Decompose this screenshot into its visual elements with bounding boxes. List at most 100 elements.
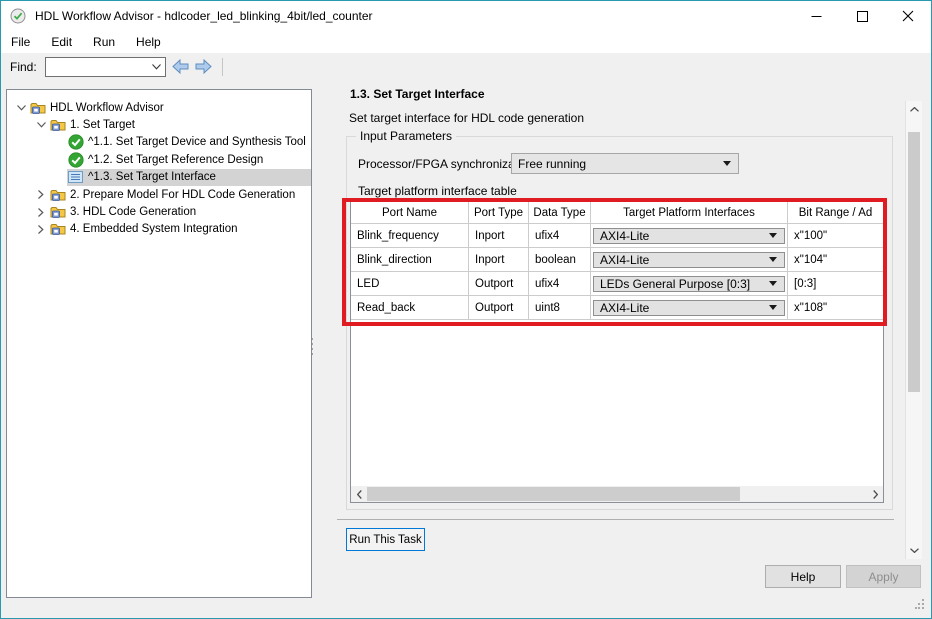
data-type-cell: ufix4 xyxy=(529,272,591,295)
workflow-folder-icon xyxy=(49,118,66,132)
tree-item-label: ^1.1. Set Target Device and Synthesis To… xyxy=(88,136,306,148)
col-header-port-type: Port Type xyxy=(469,202,529,223)
chevron-right-icon[interactable] xyxy=(33,208,49,217)
dropdown-arrow-icon xyxy=(769,305,777,310)
group-label: Input Parameters xyxy=(356,129,456,143)
panel-splitter-handle[interactable] xyxy=(310,337,315,359)
tree-item-hdl-code-generation[interactable]: 3. HDL Code Generation xyxy=(7,203,311,220)
col-header-port-name: Port Name xyxy=(351,202,469,223)
interface-dropdown[interactable]: LEDs General Purpose [0:3] xyxy=(593,276,785,292)
hdl-workflow-advisor-window: HDL Workflow Advisor - hdlcoder_led_blin… xyxy=(0,0,932,619)
data-type-cell: ufix4 xyxy=(529,224,591,247)
table-row: LED Outport ufix4 LEDs General Purpose [… xyxy=(351,272,883,296)
bit-range-cell[interactable]: x"100" xyxy=(788,224,883,247)
window-controls xyxy=(793,1,931,31)
dropdown-arrow-icon xyxy=(769,233,777,238)
menu-run[interactable]: Run xyxy=(85,32,123,52)
interface-dropdown-value: AXI4-Lite xyxy=(594,229,769,243)
tree-item-label: ^1.3. Set Target Interface xyxy=(88,171,216,183)
minimize-icon xyxy=(811,11,822,22)
scroll-up-button[interactable] xyxy=(906,101,922,118)
tree-item-embedded-system-integration[interactable]: 4. Embedded System Integration xyxy=(7,221,311,238)
table-row: Blink_frequency Inport ufix4 AXI4-Lite x… xyxy=(351,224,883,248)
close-icon xyxy=(902,10,914,22)
minimize-button[interactable] xyxy=(793,1,839,31)
dropdown-arrow-icon xyxy=(769,257,777,262)
apply-button: Apply xyxy=(846,565,921,588)
sync-dropdown[interactable]: Free running xyxy=(511,153,739,174)
interface-dropdown[interactable]: AXI4-Lite xyxy=(593,300,785,316)
tree-item-set-target-device[interactable]: ^1.1. Set Target Device and Synthesis To… xyxy=(7,134,311,151)
maximize-icon xyxy=(857,11,868,22)
interface-table-caption: Target platform interface table xyxy=(358,184,517,198)
col-header-bit-range: Bit Range / Ad xyxy=(788,202,883,223)
scrollbar-thumb[interactable] xyxy=(367,487,740,501)
workflow-folder-icon xyxy=(49,188,66,202)
dropdown-arrow-icon xyxy=(769,281,777,286)
find-input[interactable] xyxy=(46,59,149,75)
tree-item-hdl-workflow-advisor[interactable]: HDL Workflow Advisor xyxy=(7,99,311,116)
table-row: Read_back Outport uint8 AXI4-Lite x"108" xyxy=(351,296,883,320)
port-type-cell: Inport xyxy=(469,224,529,247)
chevron-right-icon[interactable] xyxy=(33,190,49,199)
help-button[interactable]: Help xyxy=(765,565,841,588)
interface-table-frame: Port Name Port Type Data Type Target Pla… xyxy=(350,201,884,503)
workflow-folder-icon xyxy=(29,101,46,115)
tree-item-set-target[interactable]: 1. Set Target xyxy=(7,116,311,133)
sync-dropdown-value: Free running xyxy=(512,157,723,171)
close-button[interactable] xyxy=(885,1,931,31)
resize-grip-icon[interactable] xyxy=(915,596,925,614)
chevron-down-icon[interactable] xyxy=(13,105,29,111)
tree-item-prepare-model[interactable]: 2. Prepare Model For HDL Code Generation xyxy=(7,186,311,203)
back-arrow-icon xyxy=(172,59,189,74)
scroll-up-icon xyxy=(910,107,919,112)
app-icon xyxy=(10,8,26,24)
scroll-down-icon xyxy=(910,548,919,553)
chevron-down-icon[interactable] xyxy=(33,122,49,128)
port-name-cell: Blink_direction xyxy=(351,248,469,271)
bit-range-cell[interactable]: [0:3] xyxy=(788,272,883,295)
tree-item-set-target-reference-design[interactable]: ^1.2. Set Target Reference Design xyxy=(7,151,311,168)
find-next-button[interactable] xyxy=(195,59,212,74)
scroll-right-button[interactable] xyxy=(867,486,883,502)
bit-range-cell[interactable]: x"104" xyxy=(788,248,883,271)
interface-dropdown[interactable]: AXI4-Lite xyxy=(593,252,785,268)
scroll-right-icon xyxy=(873,490,878,499)
port-name-cell: LED xyxy=(351,272,469,295)
find-label: Find: xyxy=(10,60,37,74)
tree-item-set-target-interface[interactable]: ^1.3. Set Target Interface xyxy=(7,169,311,186)
dropdown-arrow-icon xyxy=(723,161,731,166)
workflow-folder-icon xyxy=(49,205,66,219)
chevron-right-icon[interactable] xyxy=(33,225,49,234)
menu-help[interactable]: Help xyxy=(128,32,169,52)
scroll-left-button[interactable] xyxy=(351,486,367,502)
bit-range-cell[interactable]: x"108" xyxy=(788,296,883,319)
scrollbar-track[interactable] xyxy=(367,486,867,502)
find-previous-button[interactable] xyxy=(172,59,189,74)
chevron-down-icon[interactable] xyxy=(149,64,165,70)
find-combobox[interactable] xyxy=(45,57,166,77)
task-description: Set target interface for HDL code genera… xyxy=(349,111,584,125)
table-horizontal-scrollbar xyxy=(351,486,883,502)
check-circle-icon xyxy=(67,134,84,150)
port-type-cell: Outport xyxy=(469,272,529,295)
port-type-cell: Outport xyxy=(469,296,529,319)
col-header-data-type: Data Type xyxy=(529,202,591,223)
panel-vertical-scrollbar xyxy=(905,101,922,559)
interface-table: Port Name Port Type Data Type Target Pla… xyxy=(351,202,883,320)
interface-dropdown-value: LEDs General Purpose [0:3] xyxy=(594,277,769,291)
scrollbar-thumb[interactable] xyxy=(908,132,920,392)
scroll-down-button[interactable] xyxy=(906,542,922,559)
tree-item-label: 4. Embedded System Integration xyxy=(70,223,238,235)
workflow-tree: HDL Workflow Advisor 1. Set Target xyxy=(6,89,312,598)
maximize-button[interactable] xyxy=(839,1,885,31)
port-name-cell: Blink_frequency xyxy=(351,224,469,247)
find-toolbar: Find: xyxy=(1,53,931,80)
interface-dropdown[interactable]: AXI4-Lite xyxy=(593,228,785,244)
scroll-left-icon xyxy=(357,490,362,499)
run-this-task-button[interactable]: Run This Task xyxy=(346,528,425,551)
toolbar-separator xyxy=(222,58,223,76)
menu-edit[interactable]: Edit xyxy=(43,32,80,52)
window-title: HDL Workflow Advisor - hdlcoder_led_blin… xyxy=(35,9,373,23)
menu-file[interactable]: File xyxy=(3,32,38,52)
